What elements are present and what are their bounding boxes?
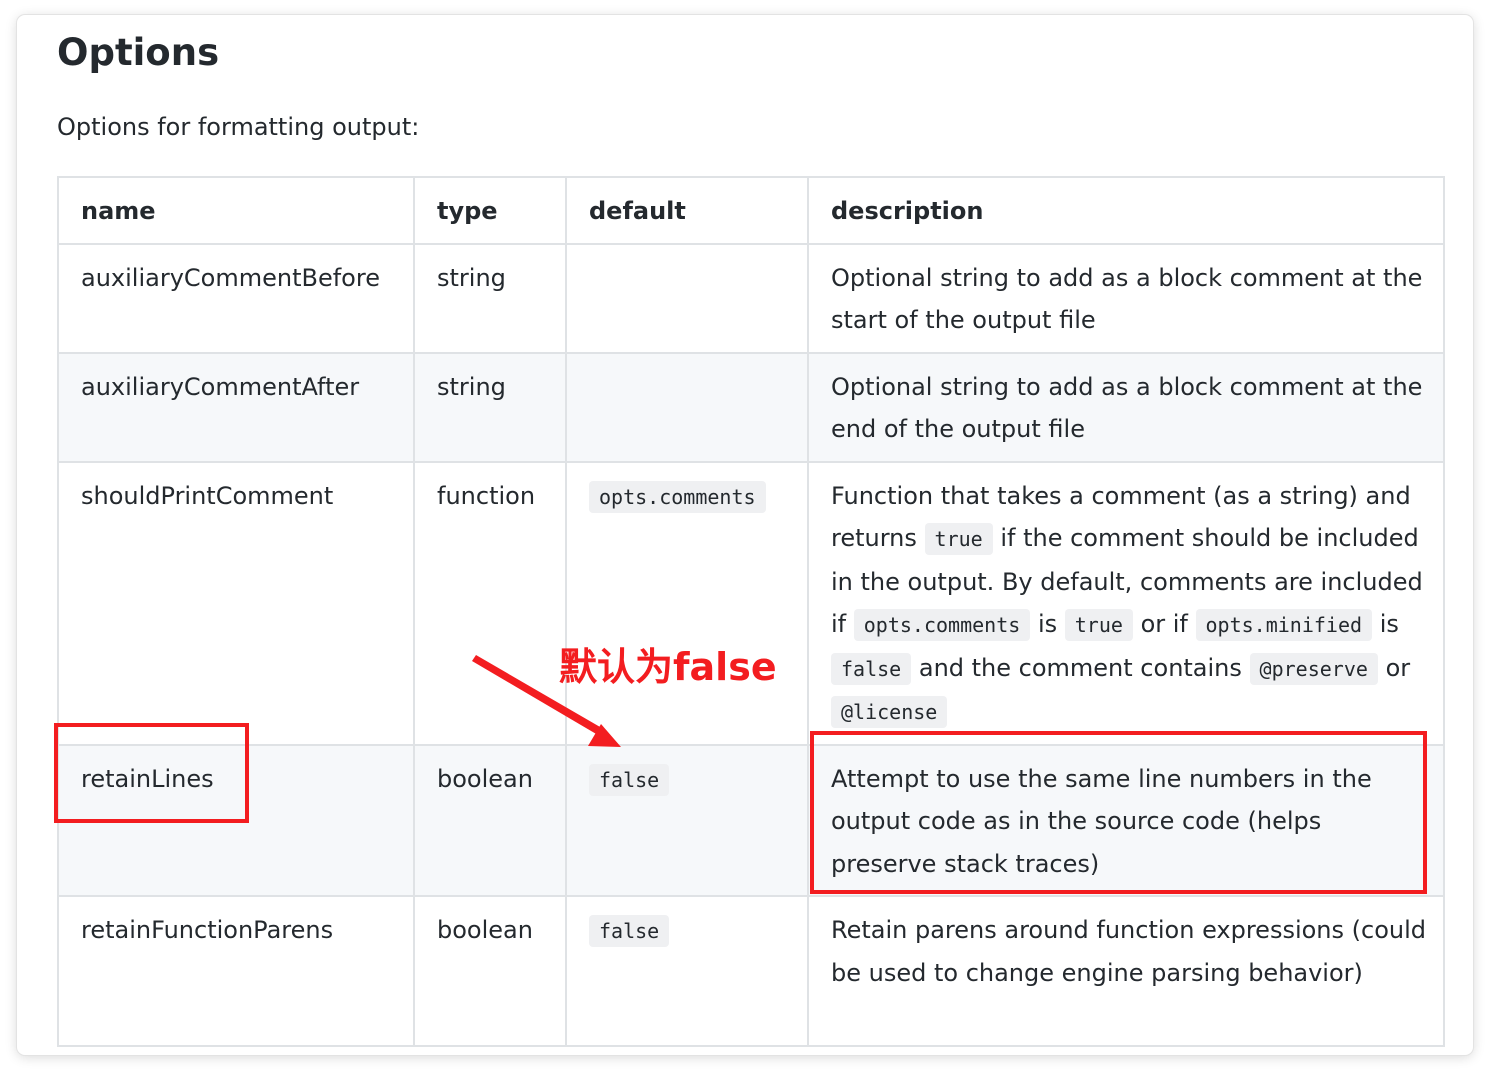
annotation-arrow-icon: [472, 655, 621, 747]
options-card: Options Options for formatting output: n…: [17, 15, 1473, 1055]
annotation-label: 默认为false: [559, 645, 777, 689]
